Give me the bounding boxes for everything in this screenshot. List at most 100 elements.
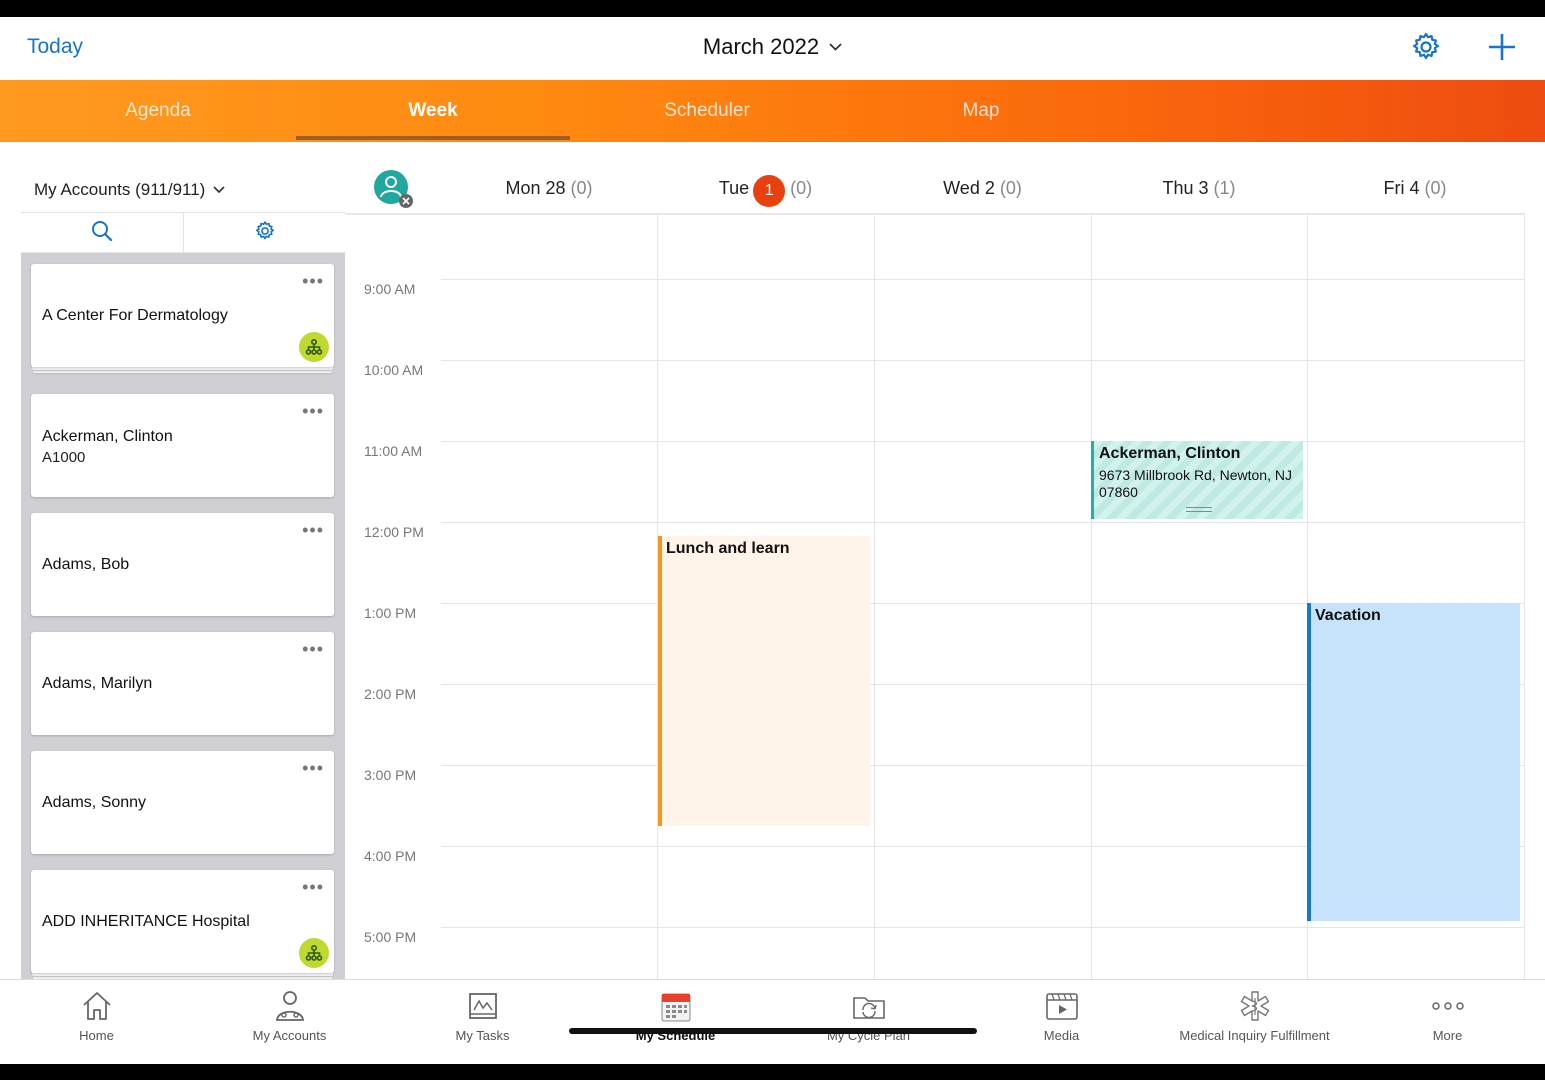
time-label: 9:00 AM	[364, 281, 416, 297]
account-card[interactable]: ••• A Center For Dermatology	[31, 264, 334, 367]
accounts-panel: My Accounts (911/911) ••• A Center For D…	[21, 163, 345, 980]
account-card[interactable]: ••• Adams, Marilyn	[31, 632, 334, 735]
time-label: 11:00 AM	[364, 443, 423, 459]
resize-handle[interactable]	[1186, 507, 1212, 512]
lunch-event[interactable]: Lunch and learn	[658, 536, 870, 826]
gear-icon[interactable]	[1410, 31, 1442, 63]
week-calendar: Mon 28 (0) Tue 1 (0) Wed 2 (0) Thu 3 (1) F…	[345, 163, 1525, 980]
nav-label: Medical Inquiry Fulfillment	[1179, 1028, 1330, 1043]
account-name: Adams, Sonny	[42, 794, 147, 811]
nav-my-accounts[interactable]: My Accounts	[193, 980, 386, 1064]
nav-my-schedule[interactable]: My Schedule	[579, 980, 772, 1064]
media-icon	[1044, 988, 1080, 1024]
search-button[interactable]	[21, 213, 183, 253]
tab-agenda[interactable]: Agenda	[21, 80, 295, 142]
day-divider	[1524, 215, 1525, 980]
accounts-toolbar	[21, 213, 345, 253]
account-card[interactable]: ••• Adams, Sonny	[31, 751, 334, 854]
day-header-wed[interactable]: Wed 2 (0)	[874, 178, 1091, 199]
bottom-nav: Home My Accounts My Tasks My Schedule My…	[0, 979, 1545, 1064]
nav-media[interactable]: Media	[965, 980, 1158, 1064]
today-date-badge: 1	[753, 175, 786, 207]
nav-my-tasks[interactable]: My Tasks	[386, 980, 579, 1064]
time-label: 2:00 PM	[364, 686, 417, 702]
top-bar: Today March 2022	[0, 17, 1545, 80]
account-name: A Center For Dermatology	[42, 307, 228, 324]
month-title: March 2022	[702, 34, 820, 59]
time-label: 5:00 PM	[364, 929, 417, 945]
appointment-event[interactable]: Ackerman, Clinton 9673 Millbrook Rd, New…	[1091, 441, 1303, 519]
nav-my-cycle-plan[interactable]: My Cycle Plan	[772, 980, 965, 1064]
medical-icon	[1237, 988, 1273, 1024]
day-header-fri[interactable]: Fri 4 (0)	[1307, 178, 1523, 199]
more-options-icon[interactable]: •••	[302, 878, 324, 896]
more-options-icon[interactable]: •••	[302, 521, 324, 539]
more-options-icon[interactable]: •••	[302, 759, 324, 777]
day-divider	[874, 215, 875, 980]
accounts-icon	[272, 988, 308, 1024]
app-screen: Today March 2022 Agenda Week Scheduler M…	[0, 17, 1545, 1064]
hour-line	[441, 279, 1525, 280]
nav-label: My Tasks	[455, 1028, 510, 1043]
day-divider	[1091, 215, 1092, 980]
nav-more[interactable]: More	[1351, 980, 1544, 1064]
day-label: Mon 28	[505, 178, 566, 198]
vacation-event[interactable]: Vacation	[1307, 603, 1520, 921]
account-card[interactable]: ••• ADD INHERITANCE Hospital	[31, 870, 334, 973]
day-label: Thu 3	[1162, 178, 1209, 198]
more-options-icon[interactable]: •••	[302, 640, 324, 658]
home-icon	[79, 988, 115, 1024]
accounts-settings-button[interactable]	[183, 213, 345, 253]
tab-map[interactable]: Map	[844, 80, 1118, 142]
home-indicator[interactable]	[569, 1028, 977, 1034]
more-icon	[1430, 988, 1466, 1024]
search-icon	[91, 220, 113, 247]
time-label: 10:00 AM	[364, 362, 424, 378]
account-id: A1000	[42, 449, 86, 466]
add-icon[interactable]	[1486, 31, 1518, 63]
day-header-row: Mon 28 (0) Tue 1 (0) Wed 2 (0) Thu 3 (1) F…	[345, 163, 1525, 215]
day-count: (0)	[1424, 178, 1447, 198]
hierarchy-icon	[299, 332, 329, 362]
accounts-filter[interactable]: My Accounts (911/911)	[21, 163, 345, 213]
nav-label: Home	[79, 1028, 114, 1043]
time-label: 12:00 PM	[364, 524, 424, 540]
account-name: Adams, Marilyn	[42, 675, 153, 692]
day-count: (1)	[1213, 178, 1236, 198]
tab-week[interactable]: Week	[296, 80, 570, 142]
time-label: 4:00 PM	[364, 848, 417, 864]
accounts-title: My Accounts (911/911)	[34, 180, 206, 199]
day-label: Wed 2	[943, 178, 995, 198]
accounts-list: ••• A Center For Dermatology ••• Ackerma…	[21, 253, 345, 980]
user-filter-avatar[interactable]	[373, 169, 413, 209]
day-header-mon[interactable]: Mon 28 (0)	[441, 178, 657, 199]
calendar-icon	[658, 988, 694, 1024]
hour-line	[441, 441, 1525, 442]
day-label: Fri 4	[1383, 178, 1420, 198]
more-options-icon[interactable]: •••	[302, 272, 324, 290]
chevron-down-icon	[213, 178, 225, 198]
nav-medical-inquiry[interactable]: Medical Inquiry Fulfillment	[1158, 980, 1351, 1064]
time-label: 1:00 PM	[364, 605, 417, 621]
nav-home[interactable]: Home	[0, 980, 193, 1064]
hour-line	[441, 927, 1525, 928]
month-selector[interactable]: March 2022	[0, 31, 1545, 60]
day-header-thu[interactable]: Thu 3 (1)	[1091, 178, 1307, 199]
nav-label: Media	[1043, 1028, 1080, 1043]
more-options-icon[interactable]: •••	[302, 402, 324, 420]
account-card[interactable]: ••• Ackerman, Clinton A1000	[31, 394, 334, 497]
account-card[interactable]: ••• Adams, Bob	[31, 513, 334, 616]
day-count: (0)	[570, 178, 593, 198]
account-name: Ackerman, Clinton	[42, 428, 173, 445]
time-grid[interactable]: 9:00 AM 10:00 AM 11:00 AM 12:00 PM 1:00 …	[345, 215, 1525, 980]
event-title: Lunch and learn	[666, 540, 790, 557]
gear-icon	[254, 220, 276, 247]
cycle-plan-icon	[851, 988, 887, 1024]
hour-line	[441, 360, 1525, 361]
account-name: Adams, Bob	[42, 556, 130, 573]
event-title: Vacation	[1315, 607, 1381, 624]
hour-line	[441, 522, 1525, 523]
tab-scheduler[interactable]: Scheduler	[570, 80, 844, 142]
hierarchy-icon	[299, 938, 329, 968]
day-header-tue[interactable]: Tue 1 (0)	[657, 175, 874, 207]
